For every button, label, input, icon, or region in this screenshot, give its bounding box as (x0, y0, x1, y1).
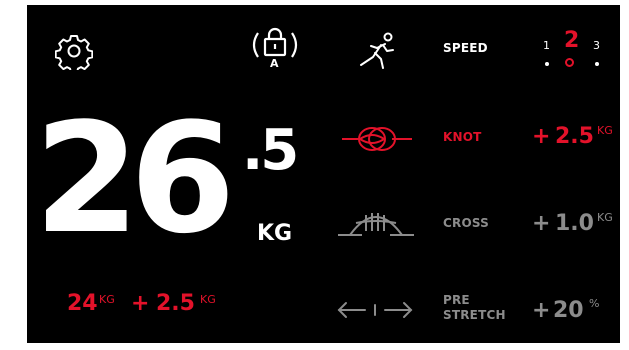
knot-value: 2.5 (555, 124, 594, 149)
added-weight-unit: KG (200, 293, 216, 306)
knot-icon[interactable] (340, 122, 414, 156)
speed-dot-1 (545, 62, 549, 66)
base-weight-value: 24 (67, 291, 98, 316)
weight-unit: KG (257, 221, 293, 246)
knot-label[interactable]: KNOT (443, 130, 482, 145)
plus-sign: + (131, 291, 150, 316)
gear-icon[interactable] (55, 32, 93, 70)
pre-stretch-label-line1[interactable]: PRE (443, 293, 470, 308)
cross-sign: + (532, 211, 551, 236)
runner-icon[interactable] (355, 29, 399, 71)
weight-decimal: .5 (242, 118, 299, 183)
weight-integer: 26 (34, 90, 236, 267)
speed-label: SPEED (443, 41, 488, 55)
device-screen: A SPEED 1 2 3 26 .5 KG 24 KG + 2.5 KG KN… (27, 5, 620, 343)
knot-sign: + (532, 124, 551, 149)
base-weight-unit: KG (99, 293, 115, 306)
cross-icon[interactable] (336, 205, 416, 241)
added-weight-value: 2.5 (156, 291, 195, 316)
speed-dot-3 (595, 62, 599, 66)
knot-unit: KG (597, 124, 613, 137)
pre-stretch-unit: % (589, 297, 600, 310)
speed-option-3[interactable]: 3 (593, 40, 600, 51)
pre-stretch-sign: + (532, 298, 551, 323)
cross-label[interactable]: CROSS (443, 216, 489, 231)
cross-value: 1.0 (555, 211, 594, 236)
cross-unit: KG (597, 211, 613, 224)
speed-option-1[interactable]: 1 (543, 40, 550, 51)
stretch-arrows-icon[interactable] (335, 299, 415, 321)
speed-option-2-selected[interactable]: 2 (564, 30, 579, 52)
speed-selected-ring (565, 58, 574, 67)
pre-stretch-value: 20 (553, 298, 584, 323)
pre-stretch-label-line2[interactable]: STRETCH (443, 308, 506, 323)
lock-mode-letter: A (270, 57, 279, 70)
